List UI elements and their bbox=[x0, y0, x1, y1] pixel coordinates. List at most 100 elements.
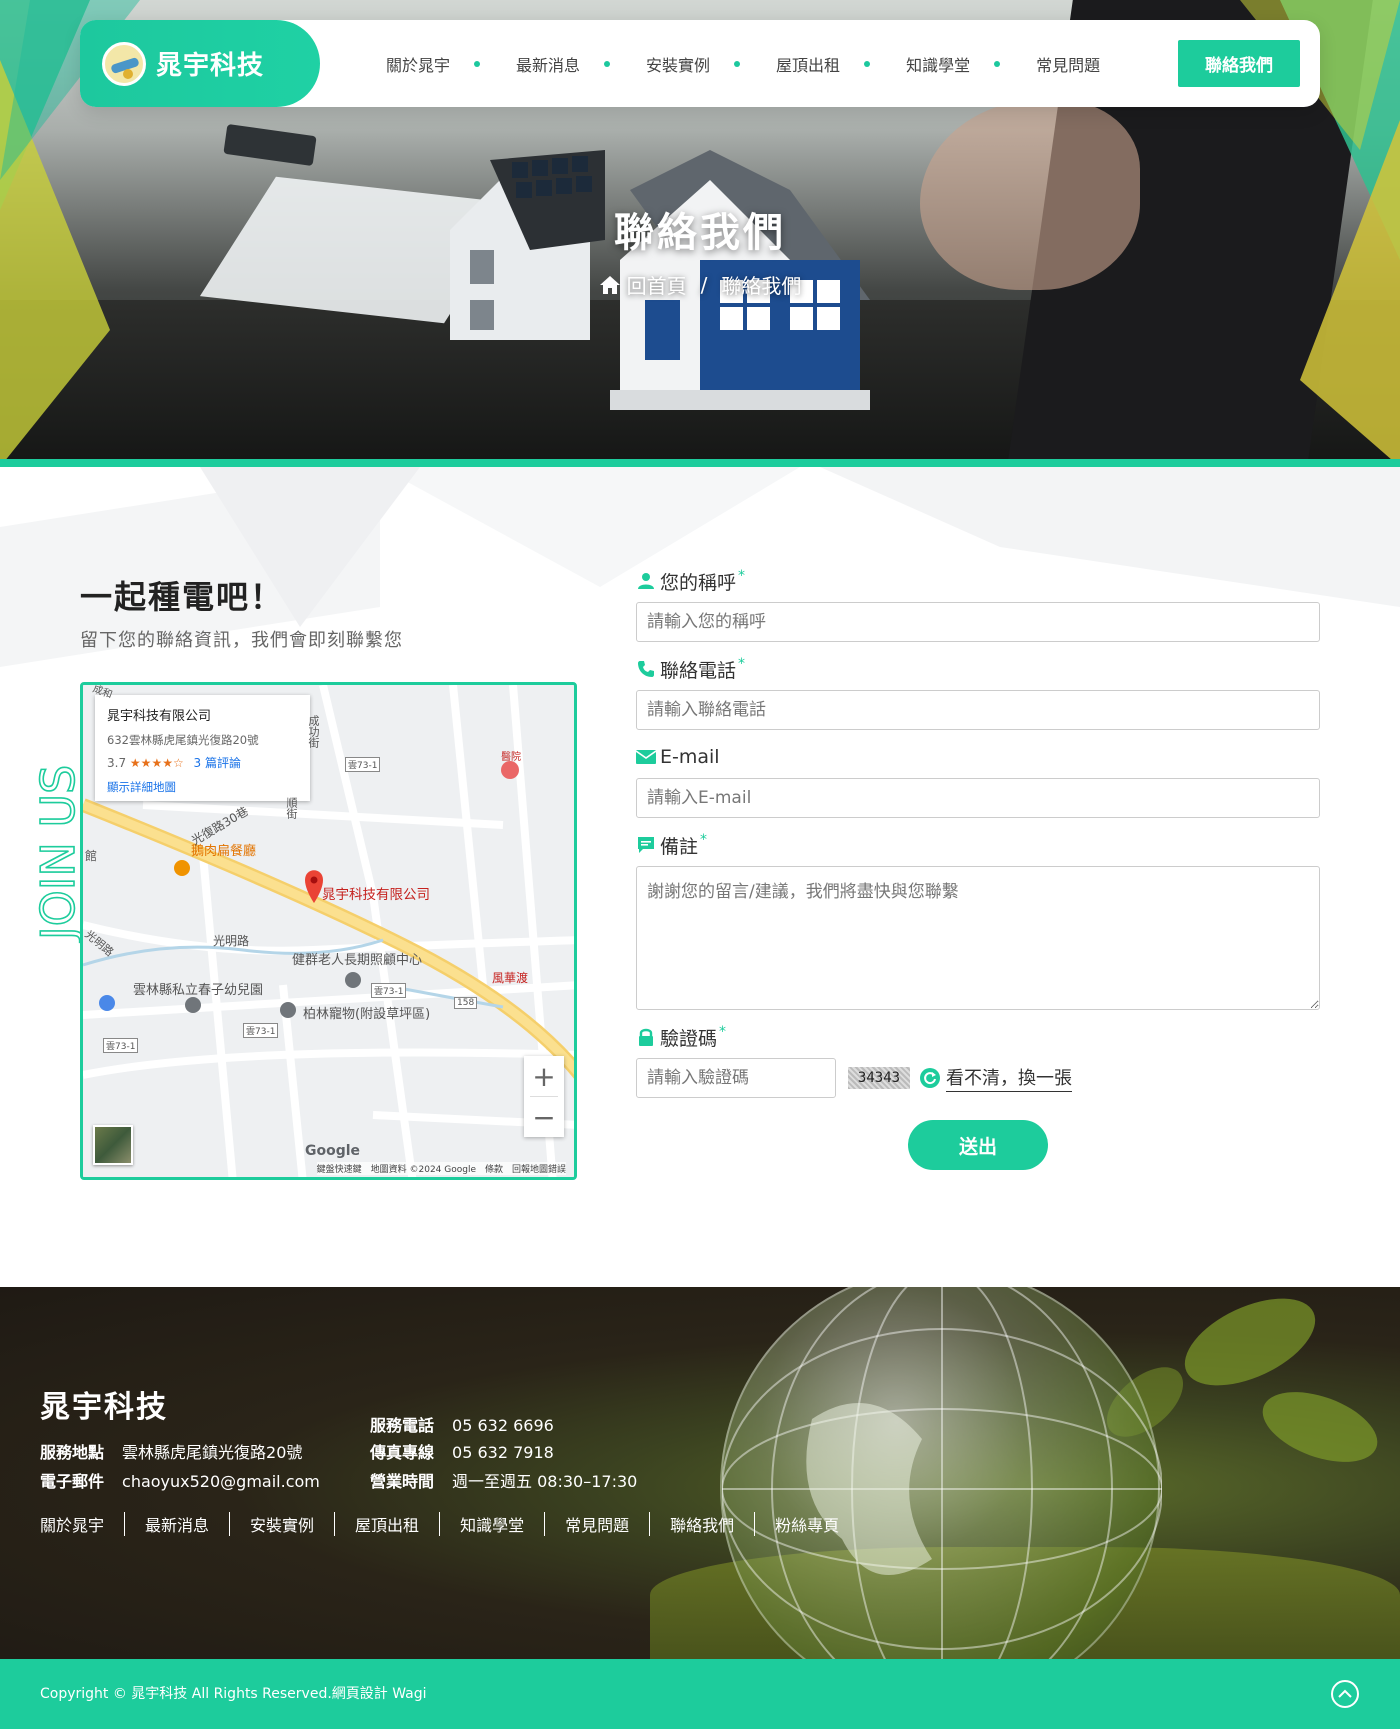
label-text: 驗證碼 bbox=[660, 1027, 718, 1050]
footer-value: 05 632 7918 bbox=[452, 1443, 554, 1462]
label-text: 備註 bbox=[660, 835, 699, 858]
nav-link-label: 關於晁宇 bbox=[386, 55, 451, 75]
logo-badge-icon bbox=[102, 41, 146, 86]
google-map[interactable]: 晁宇科技有限公司 632雲林縣虎尾鎮光復路20號 3.7 ★★★★☆ 3 篇評論… bbox=[80, 682, 577, 1180]
footer-link-rooftop[interactable]: 屋頂出租 bbox=[335, 1512, 439, 1536]
back-to-top-icon[interactable] bbox=[1331, 1680, 1359, 1708]
envelope-icon bbox=[636, 747, 656, 767]
nav-dot bbox=[474, 60, 481, 67]
contact-us-button[interactable]: 聯絡我們 bbox=[1178, 40, 1300, 87]
zoom-in-button[interactable]: + bbox=[524, 1056, 564, 1096]
user-icon bbox=[636, 571, 656, 591]
nav-link-label: 屋頂出租 bbox=[776, 55, 841, 75]
nav-link-label: 最新消息 bbox=[516, 55, 581, 75]
copyright-text: Copyright © 晁宇科技 All Rights Reserved.網頁設… bbox=[40, 1686, 427, 1702]
breadcrumb-current: 聯絡我們 bbox=[721, 274, 802, 298]
nav-link-rooftop[interactable]: 屋頂出租 bbox=[776, 52, 906, 76]
copyright-bar: Copyright © 晁宇科技 All Rights Reserved.網頁設… bbox=[0, 1659, 1400, 1729]
logo[interactable]: 晁宇科技 bbox=[80, 20, 320, 107]
nav-link-cases[interactable]: 安裝實例 bbox=[646, 52, 776, 76]
map-zoom-controls: + − bbox=[524, 1056, 564, 1137]
footer-link-fanpage[interactable]: 粉絲專頁 bbox=[755, 1512, 859, 1536]
footer-hours: 營業時間 週一至週五 08:30–17:30 bbox=[370, 1468, 637, 1492]
map-card-rating: 3.7 ★★★★☆ 3 篇評論 bbox=[107, 754, 298, 771]
footer-fax: 傳真專線 05 632 7918 bbox=[370, 1439, 554, 1463]
map-label-pet[interactable]: 柏林寵物(附設草坪區) bbox=[303, 1003, 430, 1022]
name-input[interactable] bbox=[636, 602, 1320, 642]
breadcrumb-home[interactable]: 回首頁 bbox=[627, 270, 687, 299]
label-text: 您的稱呼 bbox=[660, 571, 737, 594]
join-us-vertical-text: JOIN US bbox=[36, 764, 86, 944]
required-mark: * bbox=[738, 568, 746, 584]
footer-link-contact[interactable]: 聯絡我們 bbox=[650, 1512, 754, 1536]
phone-label: 聯絡電話 * bbox=[636, 656, 1320, 682]
label-text: 聯絡電話 bbox=[660, 659, 737, 682]
map-info-card: 晁宇科技有限公司 632雲林縣虎尾鎮光復路20號 3.7 ★★★★☆ 3 篇評論… bbox=[95, 695, 310, 801]
map-route-shield: 158 bbox=[454, 997, 478, 1009]
captcha-label: 驗證碼 * bbox=[636, 1024, 1320, 1050]
note-textarea[interactable] bbox=[636, 866, 1320, 1010]
footer: 晁宇科技 服務地點 雲林縣虎尾鎮光復路20號 電子郵件 chaoyux520@gma… bbox=[0, 1287, 1400, 1659]
nav-link-knowledge[interactable]: 知識學堂 bbox=[906, 52, 1036, 76]
nav-link-label: 安裝實例 bbox=[646, 55, 711, 75]
captcha-input[interactable] bbox=[636, 1058, 836, 1098]
satellite-toggle[interactable] bbox=[93, 1125, 133, 1165]
hero-accent-bar bbox=[0, 459, 1400, 467]
footer-label: 傳真專線 bbox=[370, 1443, 435, 1462]
map-card-address: 632雲林縣虎尾鎮光復路20號 bbox=[107, 733, 259, 747]
nav-link-label: 知識學堂 bbox=[906, 55, 971, 75]
google-logo: Google bbox=[305, 1143, 361, 1159]
map-larger-link[interactable]: 顯示詳細地圖 bbox=[107, 779, 298, 795]
captcha-refresh-link[interactable]: 看不清，換一張 bbox=[946, 1064, 1072, 1092]
footer-value: 週一至週五 08:30–17:30 bbox=[452, 1472, 638, 1491]
footer-link-about[interactable]: 關於晁宇 bbox=[40, 1512, 124, 1536]
map-label-kindergarten[interactable]: 雲林縣私立春子幼兒園 bbox=[133, 979, 263, 998]
home-icon[interactable] bbox=[599, 275, 621, 295]
hero-phone bbox=[223, 123, 317, 167]
phone-input[interactable] bbox=[636, 690, 1320, 730]
footer-link-faq[interactable]: 常見問題 bbox=[545, 1512, 649, 1536]
required-mark: * bbox=[738, 656, 746, 672]
map-route-shield: 雲73-1 bbox=[243, 1023, 279, 1038]
map-label-street: 成功街 bbox=[307, 715, 320, 748]
captcha-image: 34343 bbox=[848, 1067, 910, 1089]
map-route-shield: 雲73-1 bbox=[103, 1038, 139, 1053]
required-mark: * bbox=[719, 1024, 727, 1040]
svg-text:JOIN US: JOIN US bbox=[36, 765, 85, 943]
reviews-link[interactable]: 3 篇評論 bbox=[194, 756, 241, 770]
footer-label: 服務電話 bbox=[370, 1416, 435, 1435]
footer-link-cases[interactable]: 安裝實例 bbox=[230, 1512, 334, 1536]
zoom-out-button[interactable]: − bbox=[524, 1097, 564, 1137]
footer-globe bbox=[720, 1287, 1162, 1659]
map-label-hospital[interactable]: 醫院 bbox=[501, 748, 521, 763]
lock-icon bbox=[636, 1027, 656, 1047]
nav-link-about[interactable]: 關於晁宇 bbox=[386, 52, 516, 76]
map-label-street: 順街 bbox=[285, 797, 298, 819]
star-icons: ★★★★☆ bbox=[129, 756, 184, 770]
nav-dot bbox=[864, 60, 871, 67]
footer-email-link[interactable]: chaoyux520@gmail.com bbox=[122, 1472, 320, 1491]
map-footer[interactable]: 鍵盤快速鍵 地圖資料 ©2024 Google 條款 回報地圖錯誤 bbox=[316, 1162, 566, 1175]
footer-link-news[interactable]: 最新消息 bbox=[125, 1512, 229, 1536]
page-title: 聯絡我們 bbox=[614, 210, 786, 256]
nav-link-faq[interactable]: 常見問題 bbox=[1036, 52, 1100, 76]
map-marker-label[interactable]: 晁宇科技有限公司 bbox=[322, 883, 430, 903]
nav-link-label: 常見問題 bbox=[1036, 55, 1101, 75]
name-label: 您的稱呼 * bbox=[636, 568, 1320, 594]
footer-phone-link[interactable]: 05 632 6696 bbox=[452, 1416, 554, 1435]
map-label-ferry[interactable]: 風華渡 bbox=[492, 969, 528, 986]
email-input[interactable] bbox=[636, 778, 1320, 818]
navbar: 晁宇科技 關於晁宇 最新消息 安裝實例 屋頂出租 知識學堂 常見問題 聯絡我們 bbox=[80, 20, 1320, 107]
map-label-care-center[interactable]: 健群老人長期照顧中心 bbox=[292, 949, 422, 968]
footer-link-knowledge[interactable]: 知識學堂 bbox=[440, 1512, 544, 1536]
note-label: 備註 * bbox=[636, 832, 1320, 858]
required-mark: * bbox=[700, 832, 708, 848]
footer-email: 電子郵件 chaoyux520@gmail.com bbox=[40, 1468, 320, 1492]
nav-link-news[interactable]: 最新消息 bbox=[516, 52, 646, 76]
breadcrumb: 回首頁 / 聯絡我們 bbox=[0, 270, 1400, 299]
breadcrumb-separator: / bbox=[700, 272, 708, 297]
submit-button[interactable]: 送出 bbox=[908, 1120, 1048, 1170]
section-heading: 一起種電吧！ bbox=[80, 578, 285, 616]
footer-leaf bbox=[1253, 1378, 1387, 1476]
refresh-icon[interactable] bbox=[920, 1068, 940, 1088]
